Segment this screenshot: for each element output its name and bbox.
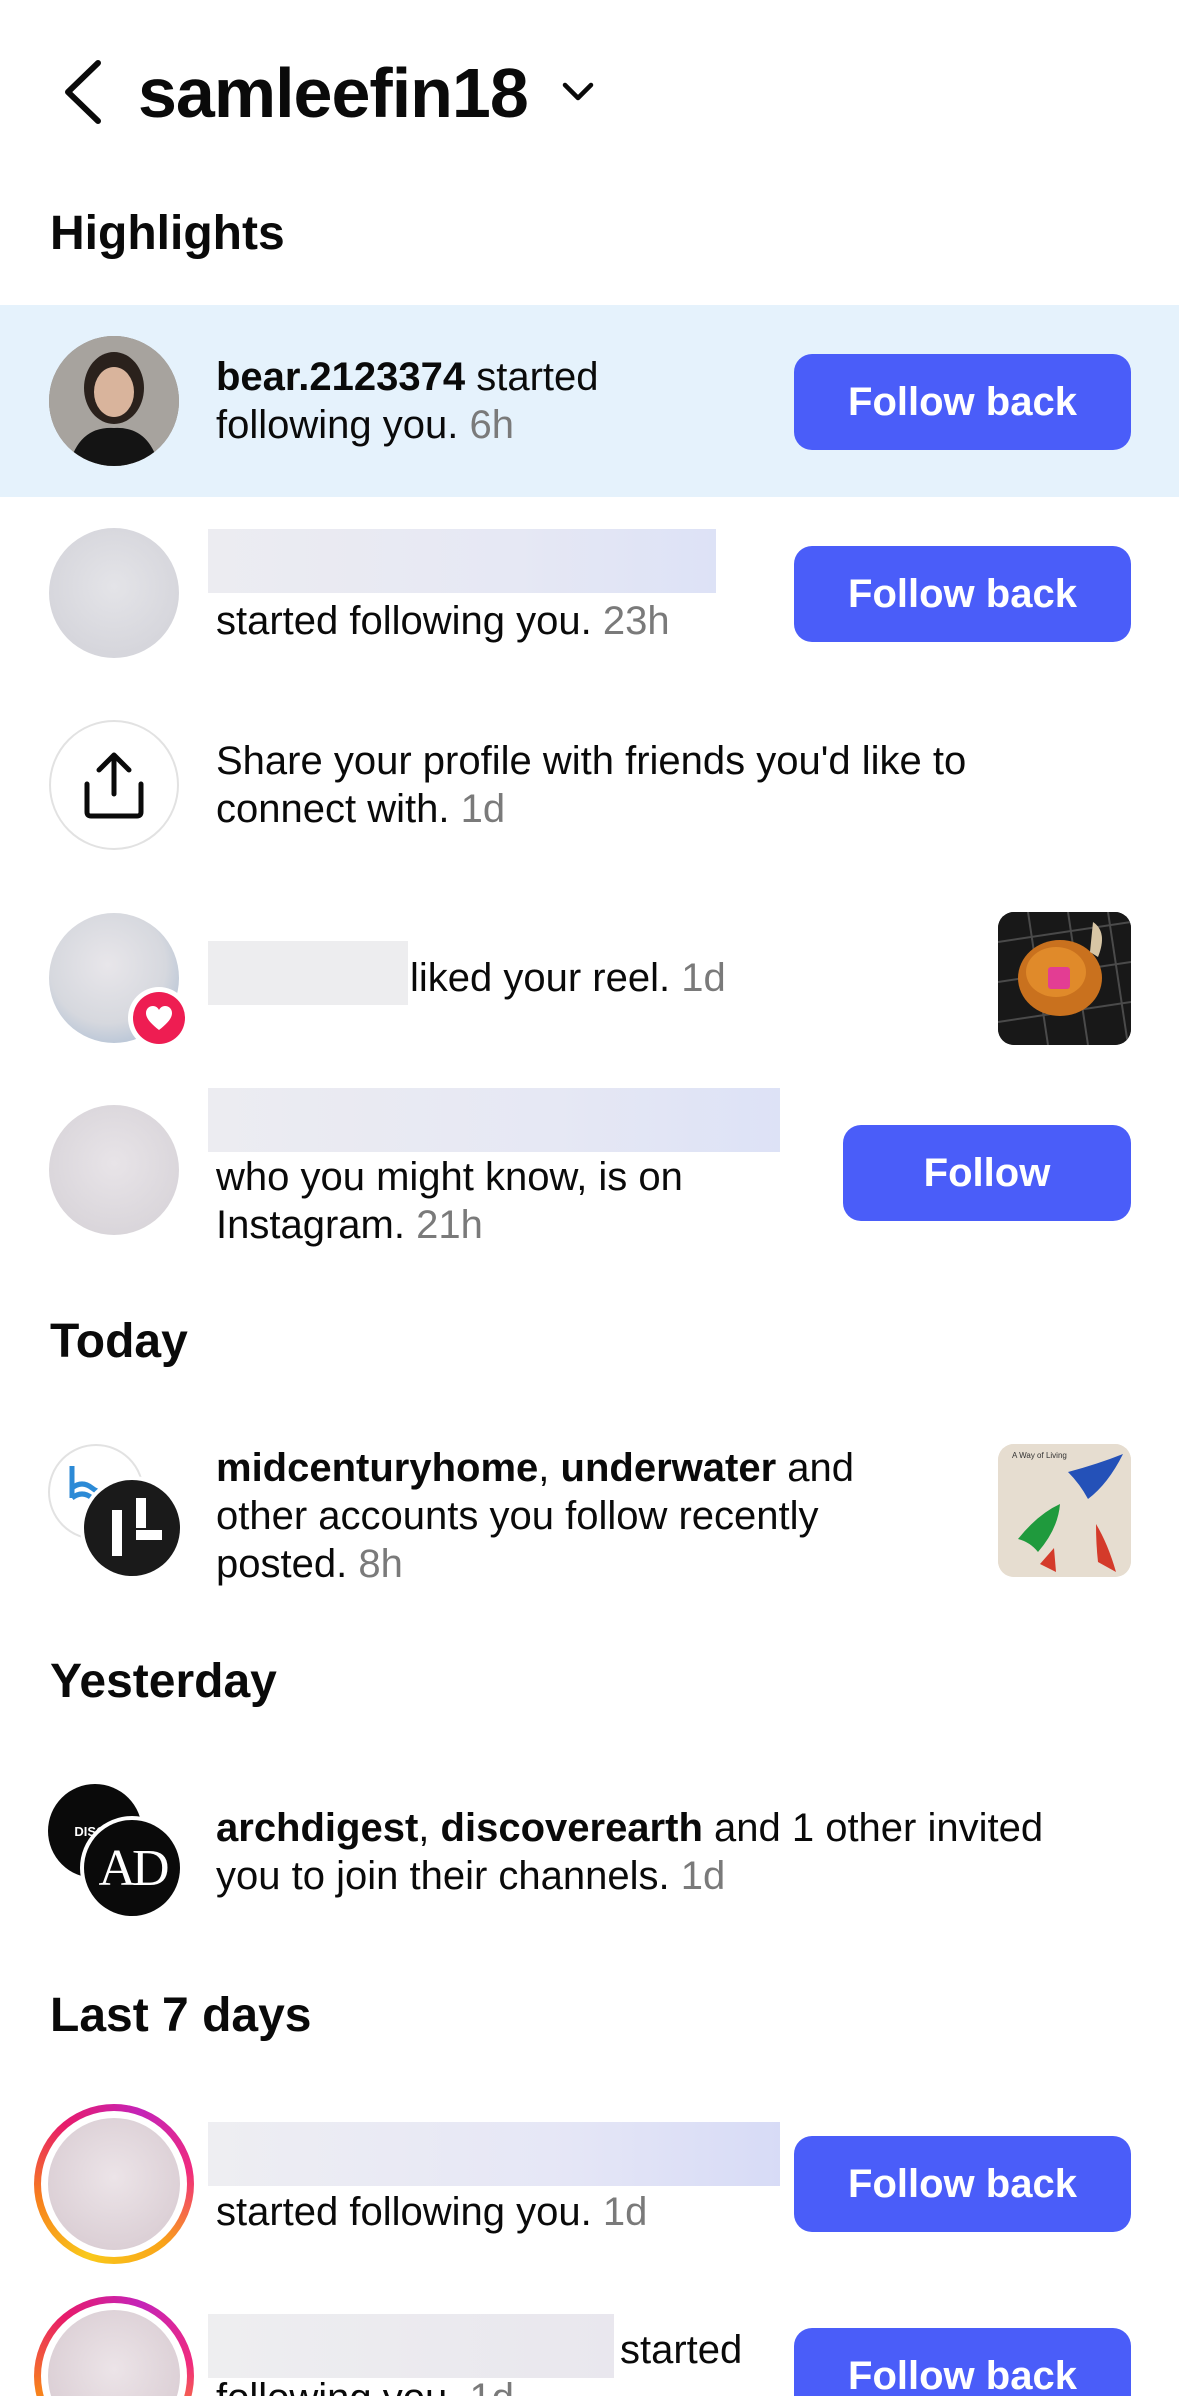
chevron-left-icon: [65, 60, 101, 124]
archdigest-logo: AD: [84, 1820, 180, 1916]
heart-icon: [146, 1006, 172, 1030]
follow-back-button[interactable]: Follow back: [794, 546, 1131, 642]
redacted-username: [208, 529, 716, 593]
notification-row[interactable]: midcenturyhome, underwater and other acc…: [0, 1420, 1179, 1630]
timestamp: 1d: [591, 2190, 648, 2234]
timestamp: 21h: [404, 1203, 483, 1247]
follow-button[interactable]: Follow: [843, 1125, 1131, 1221]
story-ring[interactable]: [34, 2296, 194, 2396]
notification-row[interactable]: who you might know, is on Instagram. 21h…: [0, 1073, 1179, 1273]
chevron-down-icon[interactable]: [558, 72, 598, 112]
midcentury-logo-icon: [84, 1480, 180, 1576]
redacted-username: [208, 2122, 780, 2186]
notification-row[interactable]: started following you. 1d Follow back: [0, 2292, 1179, 2396]
section-title-today: Today: [50, 1315, 188, 1368]
like-badge: [128, 987, 190, 1049]
story-ring[interactable]: [34, 2104, 194, 2264]
notification-text: who you might know, is on Instagram. 21h: [216, 1155, 683, 1247]
avatar: [48, 2118, 180, 2250]
redacted-username: [208, 1088, 780, 1152]
notification-row[interactable]: started following you. 1d Follow back: [0, 2100, 1179, 2290]
redacted-username: [208, 2314, 614, 2378]
notification-text: Share your profile with friends you'd li…: [216, 739, 967, 831]
notification-text-continued: following you. 1d: [216, 2374, 616, 2396]
avatar[interactable]: [49, 1105, 179, 1235]
section-title-yesterday: Yesterday: [50, 1655, 277, 1708]
redacted-username: [208, 941, 408, 1005]
timestamp: 6h: [458, 403, 514, 447]
page-title[interactable]: samleefin18: [138, 48, 529, 138]
back-button[interactable]: [52, 52, 112, 132]
notification-text: bear.2123374 started following you. 6h: [216, 355, 599, 447]
notification-row[interactable]: Share your profile with friends you'd li…: [0, 689, 1179, 881]
share-icon: [84, 752, 144, 819]
notification-text: started following you. 1d: [216, 2190, 648, 2234]
username[interactable]: bear.2123374: [216, 355, 465, 399]
header: samleefin18: [0, 0, 1179, 190]
follow-back-button[interactable]: Follow back: [794, 354, 1131, 450]
share-avatar: [49, 720, 179, 850]
avatar[interactable]: [49, 336, 179, 466]
notification-row[interactable]: liked your reel. 1d: [0, 881, 1179, 1073]
follow-back-button[interactable]: Follow back: [794, 2328, 1131, 2396]
section-title-last-7-days: Last 7 days: [50, 1989, 312, 2042]
avatar-front[interactable]: AD: [80, 1816, 184, 1920]
notification-text: started following you. 23h: [216, 599, 670, 643]
username[interactable]: midcenturyhome: [216, 1446, 538, 1490]
notification-text: midcenturyhome, underwater and other acc…: [216, 1446, 854, 1586]
timestamp: 1d: [670, 956, 726, 1000]
notification-row[interactable]: DISCO AD archdigest, discoverearth and 1…: [0, 1760, 1179, 1970]
timestamp: 8h: [347, 1542, 403, 1586]
notification-text: archdigest, discoverearth and 1 other in…: [216, 1806, 1044, 1898]
reel-thumbnail[interactable]: [998, 912, 1131, 1045]
timestamp: 23h: [591, 599, 670, 643]
thumbnail-caption: A Way of Living: [1012, 1451, 1067, 1460]
post-thumbnail[interactable]: A Way of Living: [998, 1444, 1131, 1577]
notification-row[interactable]: bear.2123374 started following you. 6h F…: [0, 305, 1179, 497]
follow-back-button[interactable]: Follow back: [794, 2136, 1131, 2232]
avatar-front[interactable]: [80, 1476, 184, 1580]
timestamp: 1d: [669, 1854, 726, 1898]
timestamp: 1d: [458, 2376, 514, 2396]
username[interactable]: archdigest: [216, 1806, 418, 1850]
timestamp: 1d: [449, 787, 506, 831]
section-title-highlights: Highlights: [50, 207, 285, 260]
notification-row[interactable]: started following you. 23h Follow back: [0, 497, 1179, 689]
username[interactable]: underwater: [561, 1446, 777, 1490]
avatar[interactable]: [49, 528, 179, 658]
username[interactable]: discoverearth: [441, 1806, 703, 1850]
notification-text: started: [620, 2328, 743, 2372]
notification-text: liked your reel. 1d: [410, 956, 726, 1000]
